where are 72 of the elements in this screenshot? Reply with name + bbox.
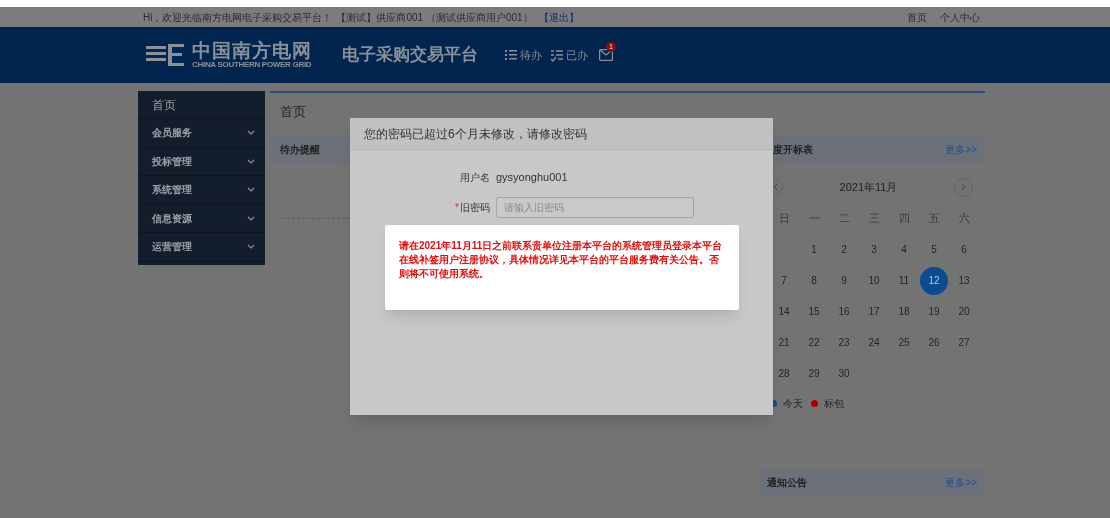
calendar-day[interactable]: 3 — [871, 242, 877, 257]
calendar-day[interactable]: 10 — [868, 273, 880, 288]
calendar-day[interactable]: 6 — [961, 242, 967, 257]
chevron-right-icon — [961, 183, 966, 191]
sidebar-home[interactable]: 首页 — [138, 91, 265, 119]
calendar-day[interactable]: 29 — [808, 366, 820, 381]
logout-link[interactable]: 【退出】 — [538, 9, 579, 25]
calendar-day[interactable]: 9 — [841, 273, 847, 288]
chevron-down-icon — [247, 187, 255, 193]
top-link[interactable]: 个人中心 — [940, 9, 980, 25]
calendar-day[interactable]: 5 — [931, 242, 937, 257]
mail-icon — [599, 49, 613, 61]
calendar-day[interactable]: 18 — [898, 304, 910, 319]
sidebar-item[interactable]: 投标管理 — [138, 147, 265, 176]
required-mark: * — [455, 200, 459, 215]
calendar-day[interactable]: 12 — [920, 266, 948, 295]
calendar-day[interactable]: 24 — [868, 335, 880, 350]
chevron-down-icon — [247, 215, 255, 221]
field-label: 旧密码 — [460, 200, 490, 215]
calendar-day[interactable]: 14 — [778, 304, 790, 319]
calendar-day[interactable]: 15 — [808, 304, 820, 319]
calendar-day[interactable]: 23 — [838, 335, 850, 350]
calendar-day[interactable]: 22 — [808, 335, 820, 350]
top-link[interactable]: 首页 — [907, 9, 927, 25]
calendar-month: 2021年11月 — [839, 179, 898, 195]
calendar-day[interactable]: 17 — [868, 304, 880, 319]
chevron-down-icon — [247, 130, 255, 136]
calendar-day[interactable]: 28 — [778, 366, 790, 381]
legend-label: 标包 — [824, 396, 844, 411]
list-icon — [505, 48, 517, 62]
calendar-day[interactable]: 1 — [811, 242, 817, 257]
chevron-left-icon — [773, 183, 778, 191]
chevron-down-icon — [247, 244, 255, 250]
logo-icon — [146, 44, 184, 66]
nav-done-button[interactable]: 已办 — [551, 46, 588, 64]
field-label: 用户名 — [460, 170, 490, 185]
calendar-day[interactable]: 16 — [838, 304, 850, 319]
legend-label: 今天 — [783, 396, 803, 411]
sidebar-item[interactable]: 系统管理 — [138, 176, 265, 205]
calendar-day[interactable]: 4 — [901, 242, 907, 257]
calendar-day[interactable]: 13 — [958, 273, 970, 288]
calendar-day[interactable]: 8 — [811, 273, 817, 288]
calendar-day[interactable]: 7 — [781, 273, 787, 288]
alert-message: 请在2021年11月11日之前联系贵单位注册本平台的系统管理员登录本平台在线补签用户注册协议，具体情况详见本平台的平台服务费有关公告。否则将不可使用系统。 — [399, 239, 724, 281]
panel-title: 度开标表 — [773, 143, 813, 157]
calendar-day[interactable]: 11 — [898, 273, 910, 288]
calendar-day[interactable]: 20 — [958, 304, 970, 319]
chevron-down-icon — [247, 158, 255, 164]
calendar-day[interactable]: 2 — [841, 242, 847, 257]
calendar-day[interactable]: 30 — [838, 366, 850, 381]
logo-title: 中国南方电网 — [192, 41, 312, 60]
calendar-day[interactable]: 19 — [928, 304, 940, 319]
calendar-day[interactable]: 26 — [928, 335, 940, 350]
more-link[interactable]: 更多>> — [945, 475, 977, 490]
checklist-icon — [551, 48, 563, 62]
panel-title: 通知公告 — [767, 476, 807, 490]
dialog-title: 您的密码已超过6个月未修改，请修改密码 — [350, 118, 773, 150]
calendar-day[interactable]: 21 — [778, 335, 790, 350]
logo-subtitle: CHINA SOUTHERN POWER GRID — [192, 61, 312, 69]
nav-todo-button[interactable]: 待办 — [505, 46, 542, 64]
more-link[interactable]: 更多>> — [945, 142, 977, 157]
page-title: 首页 — [279, 103, 307, 122]
calendar-day[interactable]: 27 — [958, 335, 970, 350]
platform-title: 电子采购交易平台 — [342, 44, 478, 67]
greeting-text: Hi，欢迎光临南方电网电子采购交易平台！ — [143, 10, 333, 25]
sidebar-item[interactable]: 会员服务 — [138, 119, 265, 148]
notification-badge: 1 — [606, 42, 616, 52]
user-name: 【测试】供应商001 （测试供应商用户001） — [336, 10, 533, 25]
sidebar-item[interactable]: 运营管理 — [138, 233, 265, 262]
sidebar-item[interactable]: 信息资源 — [138, 204, 265, 233]
field-value: gysyonghu001 — [496, 169, 568, 185]
calendar-day[interactable]: 25 — [898, 335, 910, 350]
